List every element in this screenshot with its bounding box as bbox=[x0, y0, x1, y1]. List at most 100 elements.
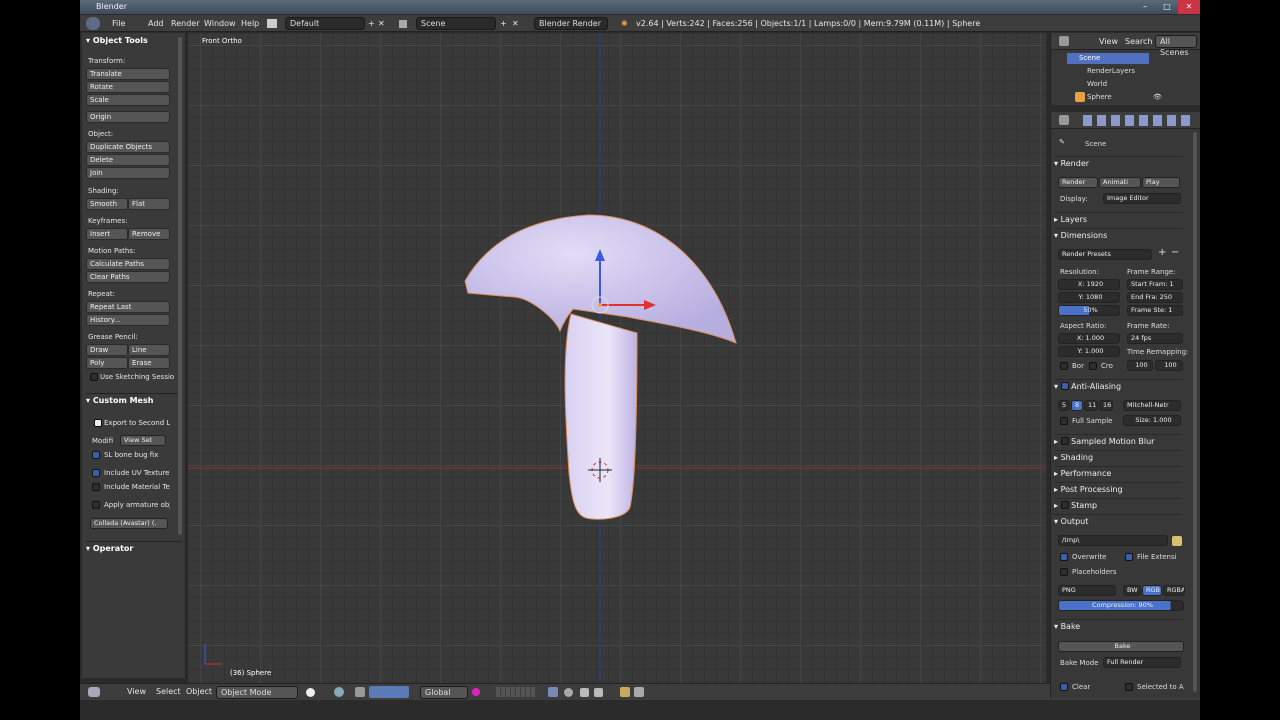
transform-manipulators-icon[interactable] bbox=[369, 686, 409, 698]
add-scene-icon[interactable]: + bbox=[500, 15, 507, 32]
calculate-paths-button[interactable]: Calculate Paths bbox=[86, 258, 170, 270]
full-sample-checkbox[interactable] bbox=[1060, 417, 1068, 425]
add-layout-icon[interactable]: + bbox=[368, 15, 375, 32]
overwrite-checkbox[interactable] bbox=[1060, 553, 1068, 561]
layer-lock-icon[interactable] bbox=[548, 687, 558, 697]
time-remap-new-field[interactable]: 100 bbox=[1155, 360, 1183, 371]
editor-type-icon[interactable] bbox=[86, 17, 100, 30]
operator-header[interactable]: ▾ Operator bbox=[86, 541, 182, 553]
view-set-dropdown[interactable]: View Set bbox=[120, 435, 166, 446]
menu-add[interactable]: Add bbox=[148, 15, 164, 32]
flat-button[interactable]: Flat bbox=[128, 198, 170, 210]
bake-mode-dropdown[interactable]: Full Render bbox=[1103, 657, 1181, 668]
object-tools-header[interactable]: ▾ Object Tools bbox=[86, 36, 148, 45]
pin-icon[interactable]: ✎ bbox=[1059, 138, 1065, 146]
material-checkbox[interactable] bbox=[92, 483, 100, 491]
mode-selector[interactable]: Object Mode bbox=[216, 686, 298, 699]
border-checkbox[interactable] bbox=[1060, 362, 1068, 370]
resolution-x-field[interactable]: X: 1920 bbox=[1058, 279, 1120, 290]
frame-step-field[interactable]: Frame Ste: 1 bbox=[1127, 305, 1183, 316]
properties-editor-icon[interactable] bbox=[1059, 115, 1069, 125]
bake-button[interactable]: Bake bbox=[1058, 641, 1184, 652]
tool-shelf-scrollbar[interactable] bbox=[178, 37, 182, 535]
resolution-y-field[interactable]: Y: 1080 bbox=[1058, 292, 1120, 303]
performance-panel-header[interactable]: ▸ Performance bbox=[1054, 466, 1182, 480]
add-preset-icon[interactable]: + bbox=[1158, 247, 1166, 258]
scale-button[interactable]: Scale bbox=[86, 94, 170, 106]
aa-samples-8[interactable]: 8 bbox=[1071, 400, 1083, 411]
anti-aliasing-checkbox[interactable] bbox=[1060, 382, 1069, 390]
output-panel-header[interactable]: ▾ Output bbox=[1054, 514, 1182, 528]
draw-button[interactable]: Draw bbox=[86, 344, 128, 356]
origin-button[interactable]: Origin bbox=[86, 111, 170, 123]
aa-samples-16[interactable]: 16 bbox=[1099, 400, 1113, 411]
layer-buttons[interactable] bbox=[496, 687, 536, 697]
translate-button[interactable]: Translate bbox=[86, 68, 170, 80]
bone-fix-checkbox[interactable] bbox=[92, 451, 100, 459]
display-dropdown[interactable]: Image Editor bbox=[1103, 193, 1181, 204]
render-anim-icon[interactable] bbox=[634, 687, 644, 697]
pivot-icon[interactable] bbox=[334, 687, 344, 697]
start-frame-field[interactable]: Start Fram: 1 bbox=[1127, 279, 1183, 290]
render-button[interactable]: Render bbox=[1058, 177, 1098, 188]
duplicate-objects-button[interactable]: Duplicate Objects bbox=[86, 141, 170, 153]
bake-clear-checkbox[interactable] bbox=[1060, 683, 1068, 691]
menu-window[interactable]: Window bbox=[204, 15, 236, 32]
render-presets-dropdown[interactable]: Render Presets bbox=[1058, 249, 1152, 260]
file-extension-checkbox[interactable] bbox=[1125, 553, 1133, 561]
object-menu[interactable]: Object bbox=[186, 684, 212, 700]
rotate-button[interactable]: Rotate bbox=[86, 81, 170, 93]
motion-blur-panel-header[interactable]: ▸ Sampled Motion Blur bbox=[1054, 434, 1182, 448]
render-still-icon[interactable] bbox=[620, 687, 630, 697]
sketching-session-checkbox[interactable] bbox=[90, 373, 98, 381]
bake-panel-header[interactable]: ▾ Bake bbox=[1054, 619, 1182, 633]
menu-render[interactable]: Render bbox=[171, 15, 199, 32]
armature-checkbox[interactable] bbox=[92, 501, 100, 509]
frame-rate-dropdown[interactable]: 24 fps bbox=[1127, 333, 1183, 344]
outliner-sphere-row[interactable]: Sphere bbox=[1087, 93, 1112, 101]
select-menu[interactable]: Select bbox=[156, 684, 181, 700]
outliner-world-row[interactable]: World bbox=[1087, 80, 1107, 88]
output-path-field[interactable]: /tmp\ bbox=[1058, 535, 1168, 546]
view-menu[interactable]: View bbox=[127, 684, 146, 700]
stamp-panel-header[interactable]: ▸ Stamp bbox=[1054, 498, 1182, 512]
end-frame-field[interactable]: End Fra: 250 bbox=[1127, 292, 1183, 303]
aspect-y-field[interactable]: Y: 1.000 bbox=[1058, 346, 1120, 357]
play-button[interactable]: Play bbox=[1142, 177, 1180, 188]
dimensions-panel-header[interactable]: ▾ Dimensions bbox=[1054, 228, 1182, 242]
smooth-button[interactable]: Smooth bbox=[86, 198, 128, 210]
clear-paths-button[interactable]: Clear Paths bbox=[86, 271, 170, 283]
animation-button[interactable]: Animati bbox=[1099, 177, 1141, 188]
scene-selector[interactable]: Scene bbox=[416, 17, 496, 30]
history-button[interactable]: History... bbox=[86, 314, 170, 326]
resolution-percentage-slider[interactable]: 50% bbox=[1058, 305, 1120, 316]
visibility-eye-icon[interactable]: 👁 bbox=[1153, 93, 1162, 101]
properties-scrollbar[interactable] bbox=[1193, 132, 1197, 692]
layers-panel-header[interactable]: ▸ Layers bbox=[1054, 212, 1182, 226]
placeholders-checkbox[interactable] bbox=[1060, 568, 1068, 576]
snap-target-icon[interactable] bbox=[594, 688, 603, 697]
aa-filter-dropdown[interactable]: Mitchell-Netr bbox=[1123, 400, 1181, 411]
minimize-button[interactable]: – bbox=[1134, 0, 1156, 14]
aa-size-field[interactable]: Size: 1.000 bbox=[1123, 415, 1181, 426]
crop-checkbox[interactable] bbox=[1089, 362, 1097, 370]
post-processing-panel-header[interactable]: ▸ Post Processing bbox=[1054, 482, 1182, 496]
layout-selector[interactable]: Default bbox=[285, 17, 365, 30]
uv-texture-checkbox[interactable] bbox=[92, 469, 100, 477]
3d-viewport[interactable]: Front Ortho (36) Sphere bbox=[188, 33, 1046, 683]
viewport-shading-icon[interactable] bbox=[306, 688, 315, 697]
file-format-dropdown[interactable]: PNG bbox=[1058, 585, 1116, 596]
outliner-renderlayers-row[interactable]: RenderLayers bbox=[1087, 67, 1135, 75]
render-panel-header[interactable]: ▾ Render bbox=[1054, 156, 1182, 170]
viewport-canvas[interactable] bbox=[188, 33, 1046, 683]
remove-preset-icon[interactable]: − bbox=[1171, 247, 1179, 258]
mushroom-stem[interactable] bbox=[564, 313, 638, 520]
menu-file[interactable]: File bbox=[112, 15, 125, 32]
repeat-last-button[interactable]: Repeat Last bbox=[86, 301, 170, 313]
screen-layout-icon[interactable] bbox=[267, 19, 277, 28]
rgba-button[interactable]: RGBA bbox=[1163, 585, 1185, 596]
line-button[interactable]: Line bbox=[128, 344, 170, 356]
shading-panel-header[interactable]: ▸ Shading bbox=[1054, 450, 1182, 464]
aspect-x-field[interactable]: X: 1.000 bbox=[1058, 333, 1120, 344]
selected-to-active-checkbox[interactable] bbox=[1125, 683, 1133, 691]
